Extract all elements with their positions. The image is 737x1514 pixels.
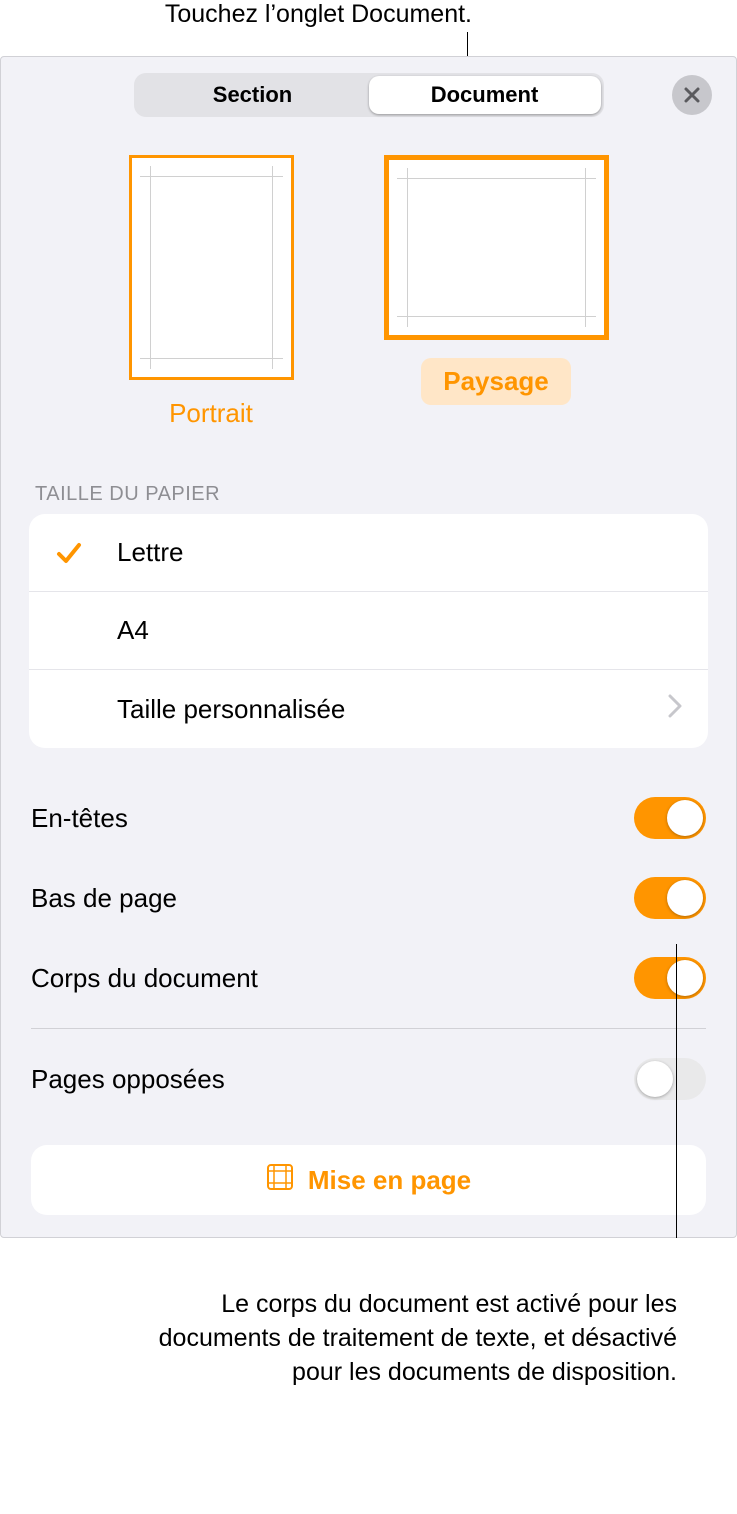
layout-button-label: Mise en page [308,1165,471,1196]
paper-size-custom[interactable]: Taille personnalisée [29,670,708,748]
callout-top: Touchez l’onglet Document. [0,0,737,56]
toggle-headers-row: En-têtes [31,778,706,858]
portrait-preview [129,155,294,380]
orientation-landscape[interactable]: Paysage [384,155,609,429]
tab-section-label: Section [213,82,292,108]
tab-document-label: Document [431,82,539,108]
close-icon [683,86,701,104]
paper-size-a4-label: A4 [117,615,682,646]
paper-size-custom-label: Taille personnalisée [117,694,668,725]
toggle-facing-label: Pages opposées [31,1064,225,1095]
toggle-body-row: Corps du document [31,938,706,1018]
toggle-headers[interactable] [634,797,706,839]
tab-document[interactable]: Document [369,76,601,114]
check-icon [55,539,117,567]
toggle-headers-label: En-têtes [31,803,128,834]
toggle-footers[interactable] [634,877,706,919]
landscape-preview [384,155,609,340]
paper-size-header: TAILLE DU PAPIER [1,429,736,514]
toggle-footers-label: Bas de page [31,883,177,914]
orientation-portrait[interactable]: Portrait [129,155,294,429]
orientation-landscape-label: Paysage [421,358,571,405]
document-settings-panel: Section Document [0,56,737,1238]
orientation-portrait-label: Portrait [169,398,253,429]
toggle-facing[interactable] [634,1058,706,1100]
toggle-facing-row: Pages opposées [31,1039,706,1119]
toggle-footers-row: Bas de page [31,858,706,938]
callout-bottom-text: Le corps du document est activé pour les… [0,1288,737,1389]
paper-size-list: Lettre A4 Taille personnalisée [29,514,708,748]
paper-size-a4[interactable]: A4 [29,592,708,670]
divider [31,1028,706,1029]
chevron-right-icon [668,694,682,725]
tabs-segmented-control: Section Document [134,73,604,117]
callout-bottom-leader [676,944,677,1238]
callout-top-leader [467,32,468,56]
callout-bottom: Le corps du document est activé pour les… [0,1238,737,1389]
toggle-body-label: Corps du document [31,963,258,994]
tab-section[interactable]: Section [137,76,369,114]
paper-size-letter[interactable]: Lettre [29,514,708,592]
close-button[interactable] [672,75,712,115]
paper-size-letter-label: Lettre [117,537,682,568]
callout-top-text: Touchez l’onglet Document. [165,0,472,29]
layout-margins-icon [266,1163,294,1198]
layout-button[interactable]: Mise en page [31,1145,706,1215]
toggle-body[interactable] [634,957,706,999]
